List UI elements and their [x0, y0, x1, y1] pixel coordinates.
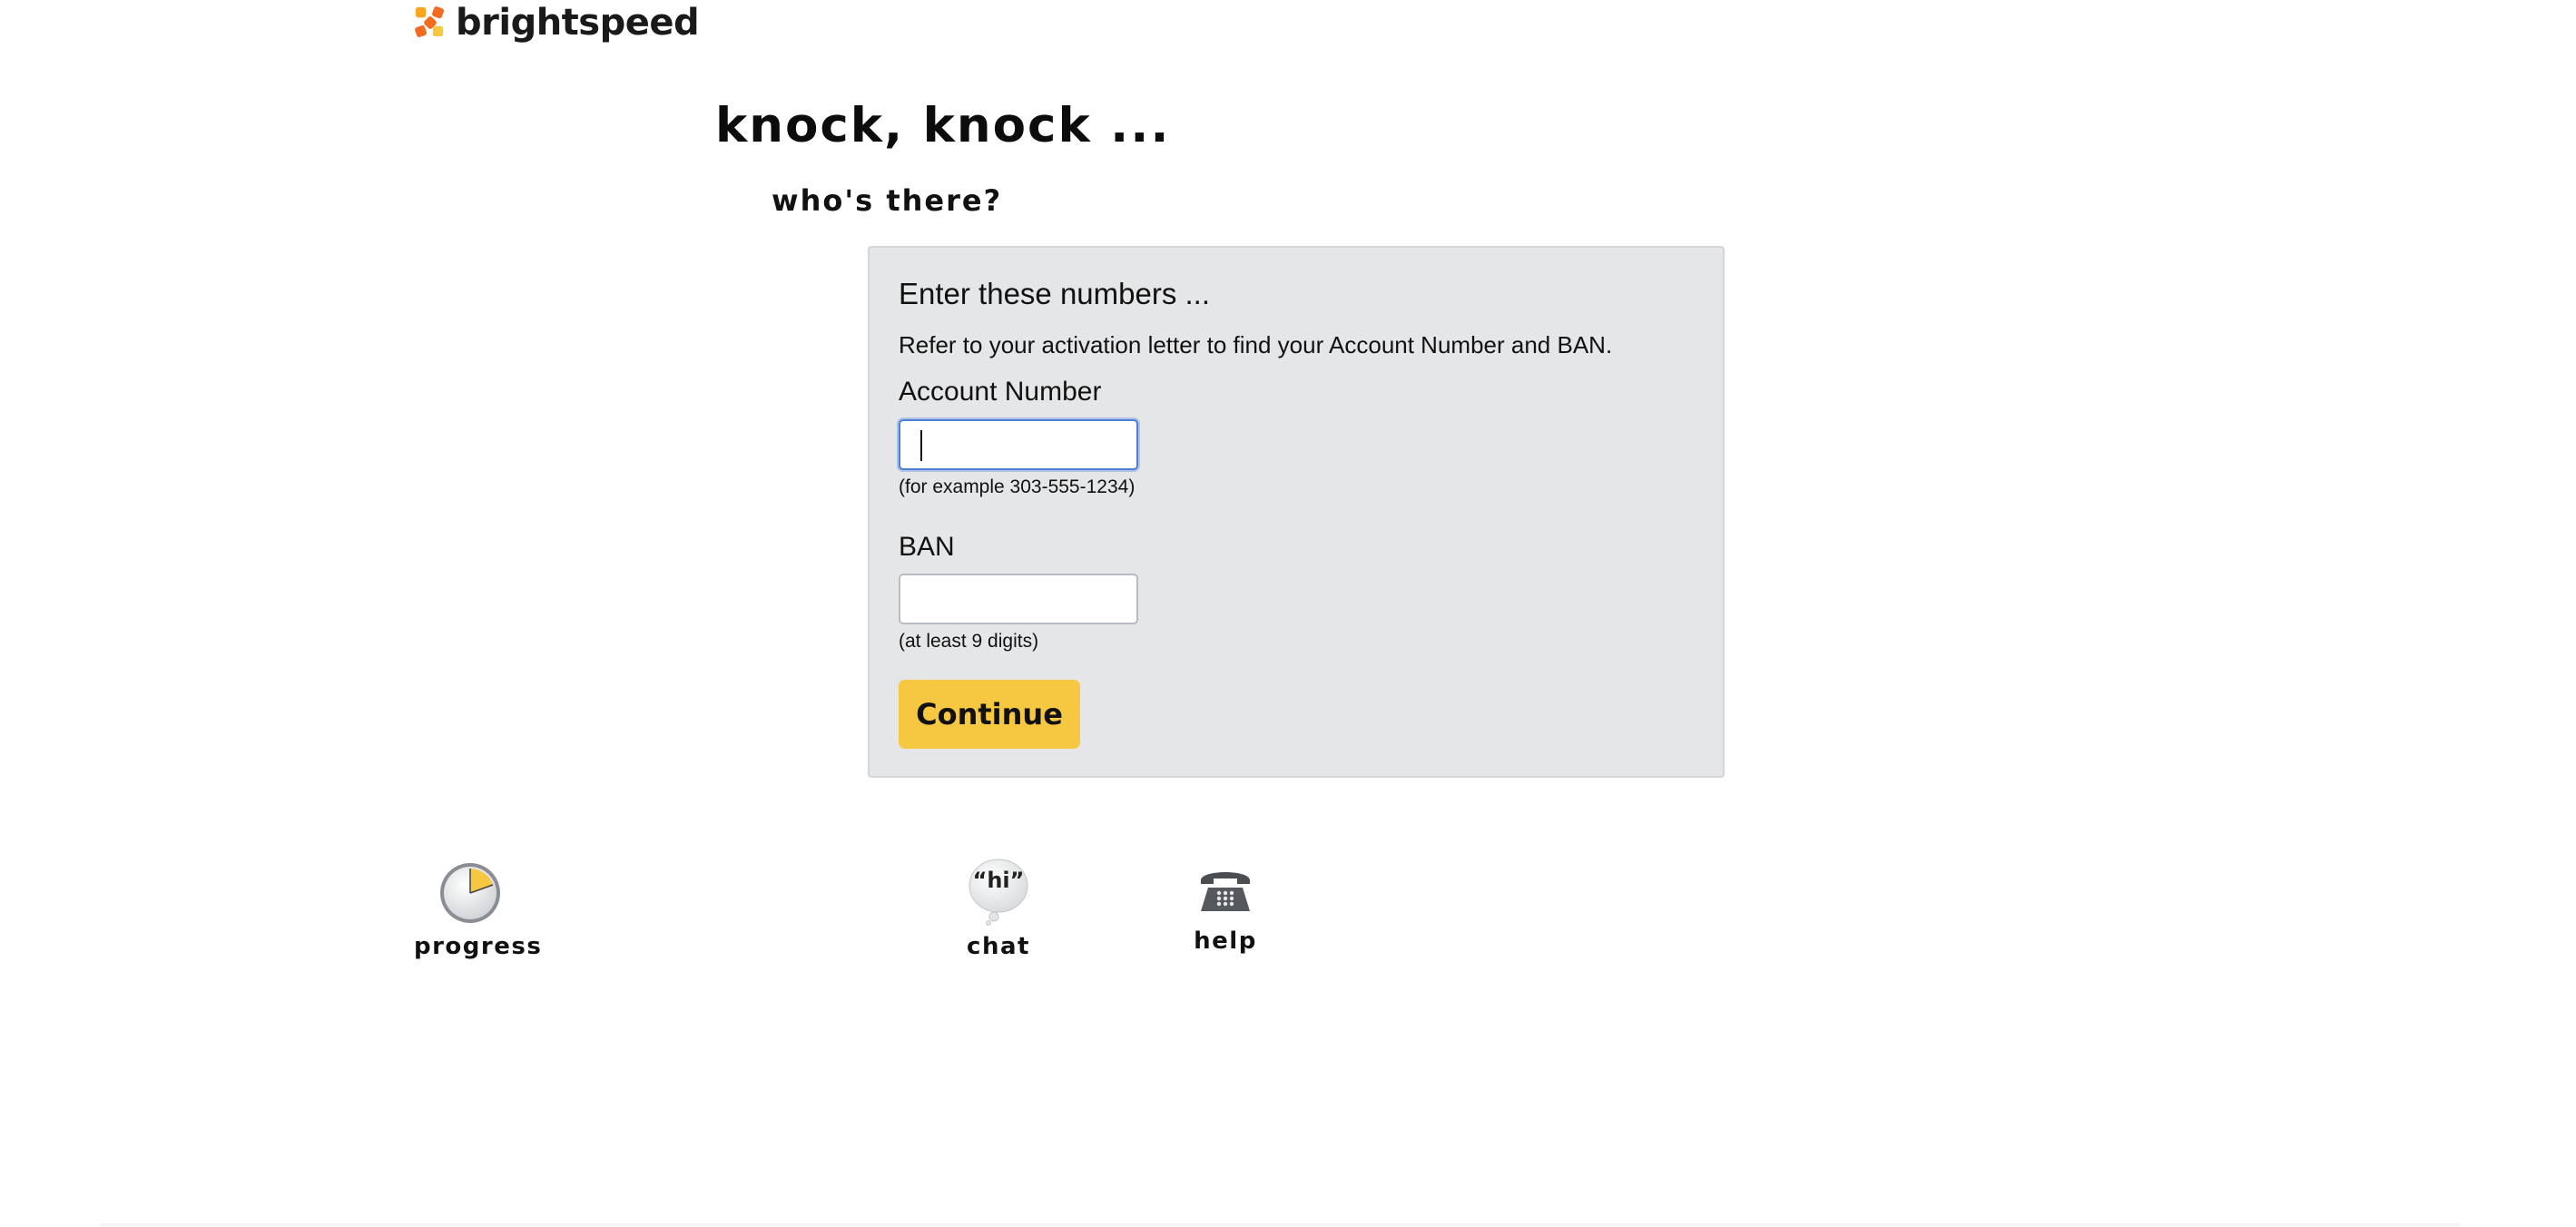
- form-description: Refer to your activation letter to find …: [899, 331, 1613, 358]
- chat-label: chat: [967, 933, 1030, 960]
- brightspeed-mark-icon: [415, 6, 445, 37]
- ban-hint: (at least 9 digits): [899, 631, 1039, 652]
- ban-label: BAN: [899, 532, 955, 562]
- chat-tool[interactable]: “hi” chat: [962, 857, 1035, 960]
- ban-input[interactable]: [899, 574, 1138, 624]
- help-label: help: [1194, 928, 1257, 955]
- progress-clock-icon: [440, 863, 500, 923]
- chat-bubble-icon: “hi”: [967, 857, 1030, 926]
- help-tool[interactable]: help: [1189, 860, 1262, 955]
- text-caret: [920, 430, 922, 461]
- account-number-hint: (for example 303-555-1234): [899, 476, 1136, 497]
- form-title: Enter these numbers ...: [899, 277, 1211, 310]
- account-number-input[interactable]: [899, 419, 1138, 470]
- account-form-panel: Enter these numbers ... Refer to your ac…: [868, 246, 1725, 778]
- chat-bubble-text: “hi”: [972, 868, 1025, 893]
- account-number-label: Account Number: [899, 377, 1102, 407]
- brand-logo[interactable]: brightspeed: [414, 2, 700, 44]
- continue-button[interactable]: Continue: [899, 680, 1080, 749]
- telephone-icon: [1201, 872, 1250, 911]
- page-title: knock, knock ...: [715, 98, 1171, 153]
- page-subtitle: who's there?: [772, 183, 1003, 218]
- brand-name: brightspeed: [456, 2, 700, 44]
- footer-divider: [100, 1223, 2460, 1227]
- progress-label: progress: [414, 933, 543, 960]
- progress-tool[interactable]: progress: [414, 860, 543, 960]
- page: brightspeed knock, knock ... who's there…: [0, 0, 2576, 1227]
